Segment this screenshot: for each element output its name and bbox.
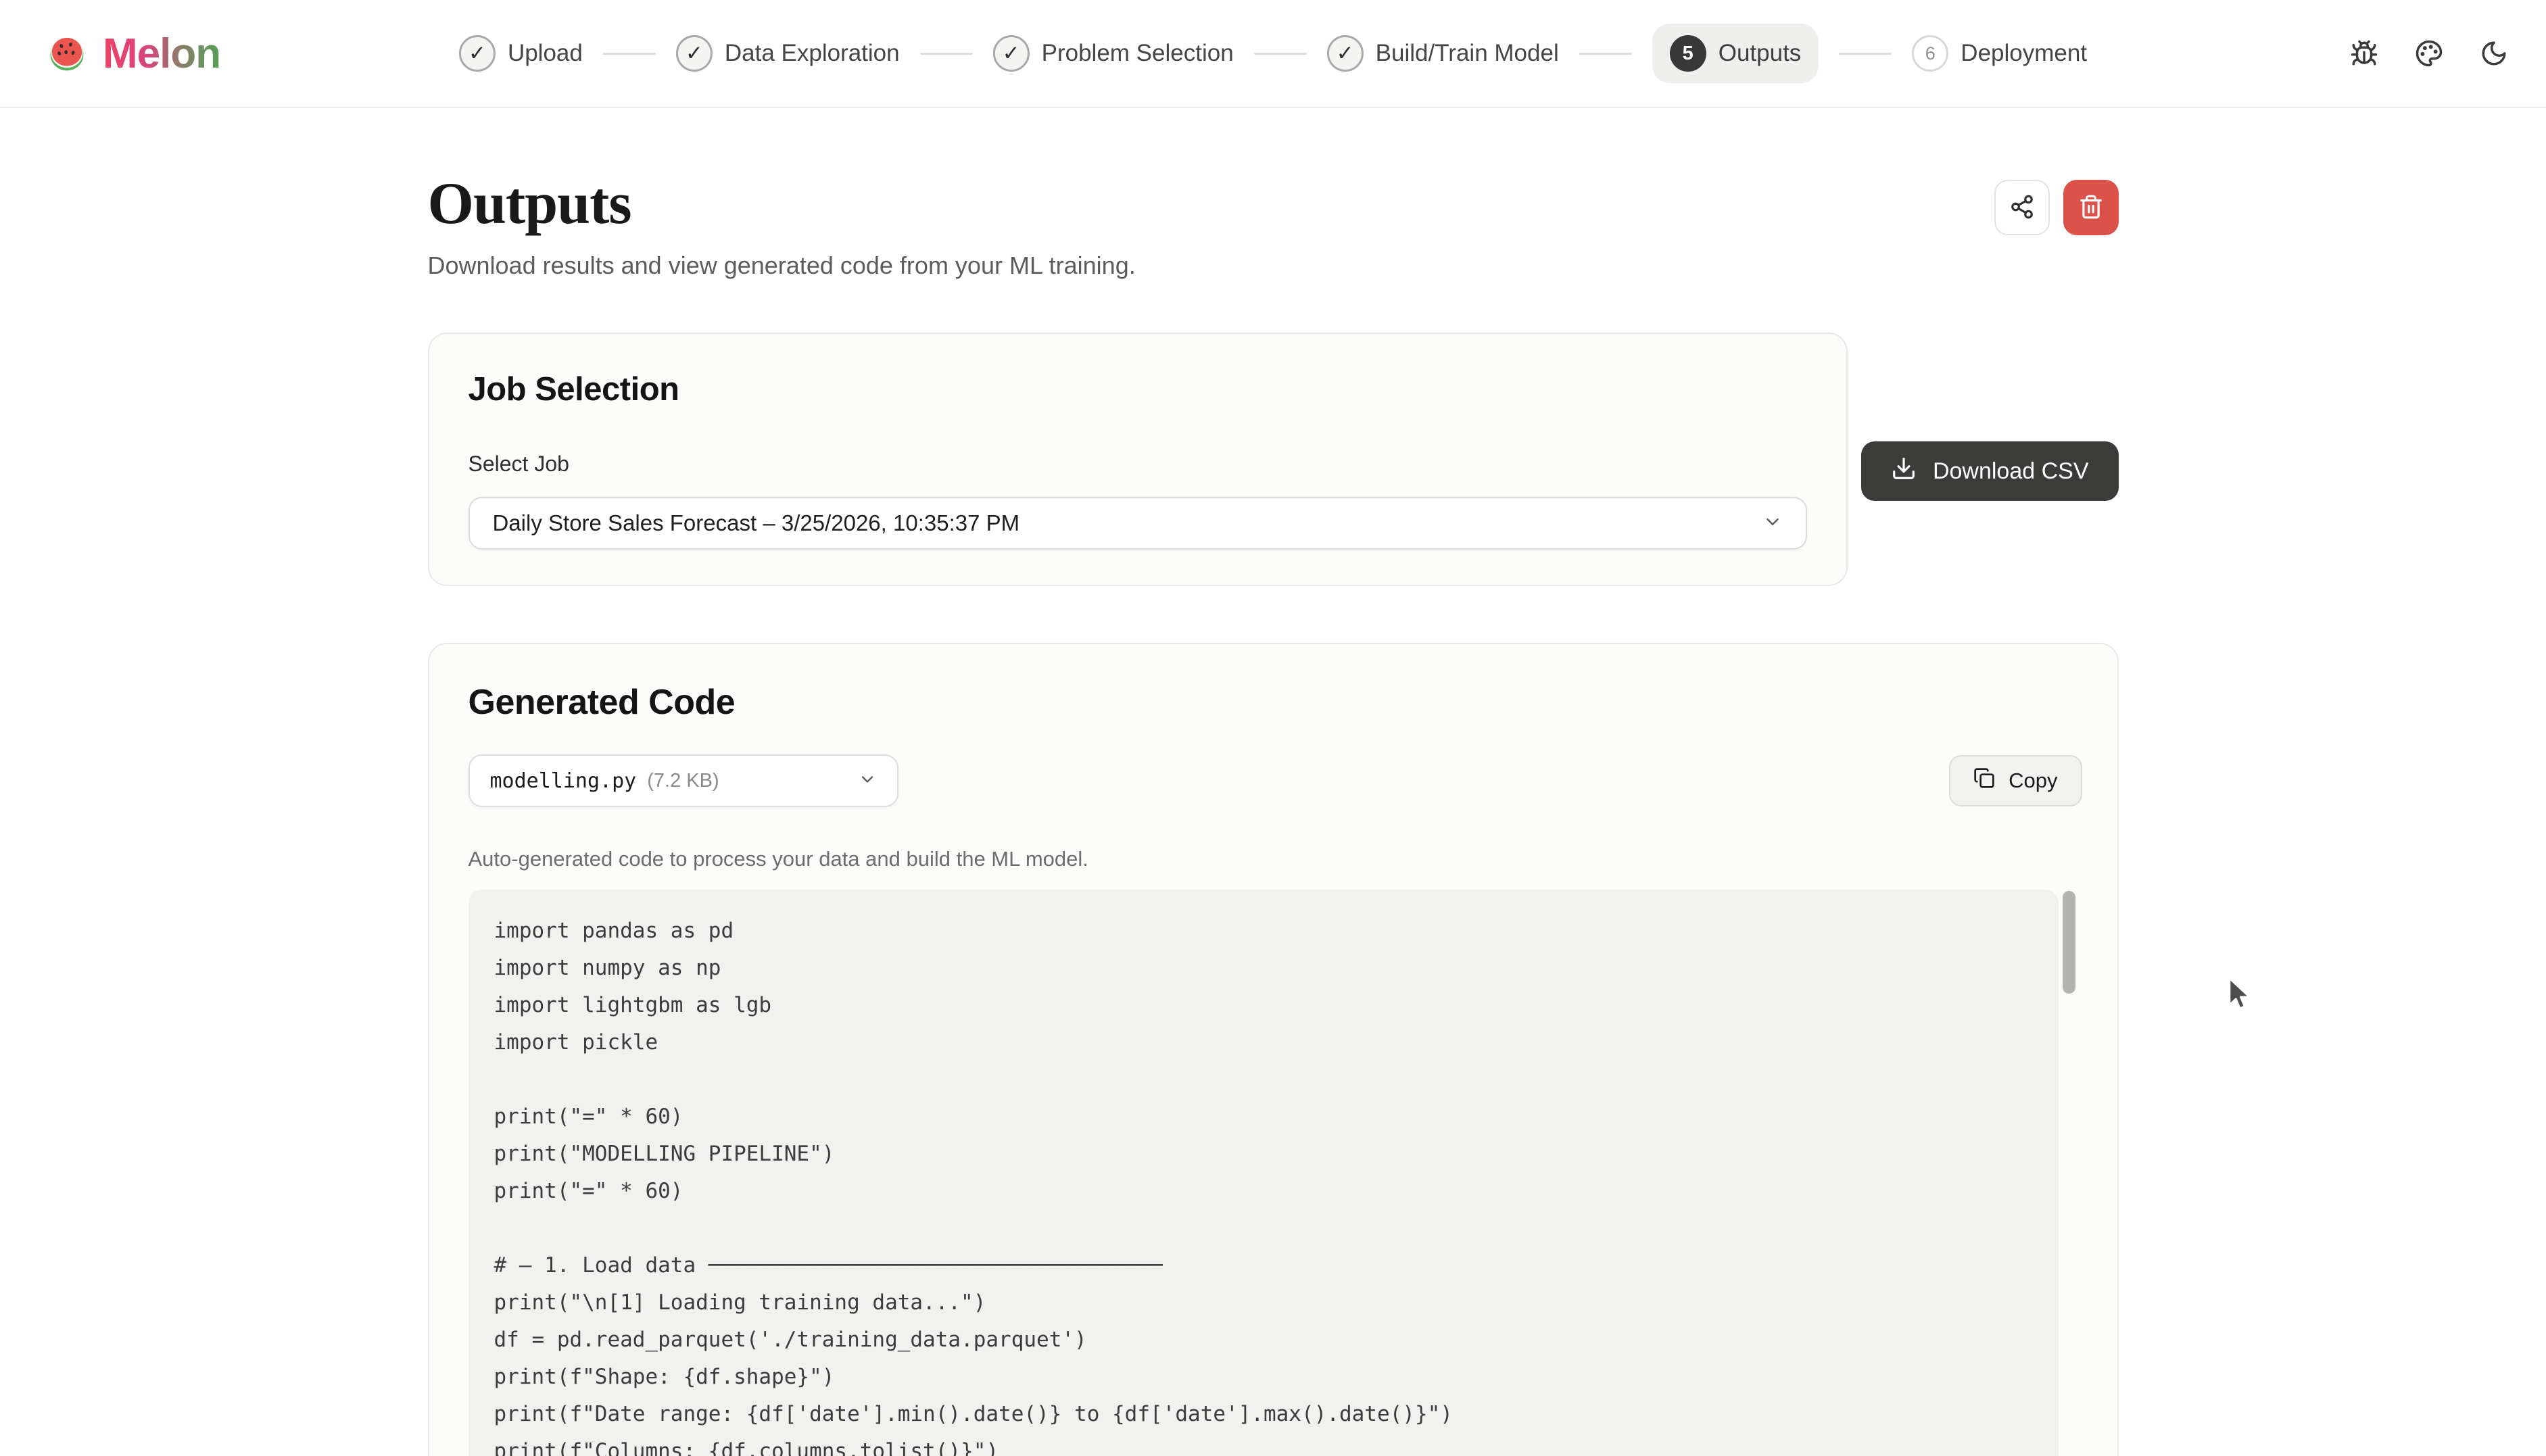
share-button[interactable]	[1994, 180, 2050, 235]
step-label: Build/Train Model	[1376, 40, 1559, 67]
job-selection-card: Job Selection Select Job Daily Store Sal…	[428, 333, 1848, 586]
job-select[interactable]: Daily Store Sales Forecast – 3/25/2026, …	[469, 497, 1807, 550]
bug-icon	[2350, 39, 2378, 68]
page-actions	[1994, 180, 2119, 235]
code-block: import pandas as pd import numpy as np i…	[469, 890, 2084, 1456]
code-description: Auto-generated code to process your data…	[469, 847, 2082, 871]
top-nav: Melon ✓ Upload ✓ Data Exploration ✓ Prob…	[0, 0, 2546, 108]
step-label: Upload	[508, 40, 583, 67]
page-title: Outputs	[428, 174, 1136, 234]
copy-icon	[1973, 767, 1995, 794]
brand[interactable]: Melon	[47, 30, 220, 78]
step-connector	[1839, 53, 1892, 55]
download-icon	[1891, 456, 1917, 487]
generated-code-card: Generated Code modelling.py (7.2 KB) Cop…	[428, 643, 2119, 1456]
nav-actions	[2350, 39, 2508, 68]
code-controls: modelling.py (7.2 KB) Copy	[469, 754, 2082, 807]
file-size: (7.2 KB)	[647, 770, 719, 792]
theme-palette-button[interactable]	[2415, 39, 2443, 68]
brand-name: Melon	[103, 30, 220, 78]
copy-button[interactable]: Copy	[1949, 755, 2082, 806]
step-connector	[1579, 53, 1632, 55]
step-number: 5	[1670, 35, 1706, 72]
step-deployment[interactable]: 6 Deployment	[1912, 35, 2087, 72]
watermelon-logo-icon	[47, 34, 87, 73]
step-connector	[603, 53, 656, 55]
job-select-value: Daily Store Sales Forecast – 3/25/2026, …	[493, 510, 1020, 536]
download-csv-label: Download CSV	[1933, 458, 2089, 485]
step-connector	[920, 53, 973, 55]
copy-label: Copy	[2009, 769, 2057, 793]
page-header: Outputs Download results and view genera…	[428, 174, 2119, 280]
job-selection-section: Job Selection Select Job Daily Store Sal…	[428, 333, 2119, 586]
step-label: Data Exploration	[725, 40, 900, 67]
step-problem-selection[interactable]: ✓ Problem Selection	[993, 35, 1234, 72]
job-selection-title: Job Selection	[469, 370, 1807, 408]
share-icon	[2009, 194, 2035, 222]
code-content[interactable]: import pandas as pd import numpy as np i…	[469, 890, 2059, 1456]
check-icon: ✓	[676, 35, 713, 72]
select-job-label: Select Job	[469, 452, 1807, 477]
step-connector	[1254, 53, 1307, 55]
chevron-down-icon	[1762, 512, 1783, 535]
check-icon: ✓	[993, 35, 1030, 72]
outputs-page: Outputs Download results and view genera…	[428, 108, 2119, 1456]
step-data-exploration[interactable]: ✓ Data Exploration	[676, 35, 900, 72]
dark-mode-button[interactable]	[2480, 39, 2508, 68]
trash-icon	[2078, 194, 2104, 222]
step-label: Outputs	[1719, 40, 1802, 67]
generated-code-title: Generated Code	[469, 682, 2082, 723]
step-build-train-model[interactable]: ✓ Build/Train Model	[1327, 35, 1559, 72]
step-upload[interactable]: ✓ Upload	[459, 35, 583, 72]
mouse-cursor	[2224, 977, 2257, 1009]
palette-icon	[2415, 39, 2443, 68]
step-label: Deployment	[1961, 40, 2087, 67]
chevron-down-icon	[858, 770, 877, 792]
step-number: 6	[1912, 35, 1948, 72]
code-scrollbar-thumb[interactable]	[2063, 891, 2075, 994]
file-select[interactable]: modelling.py (7.2 KB)	[469, 754, 898, 807]
moon-icon	[2480, 39, 2508, 68]
step-label: Problem Selection	[1042, 40, 1234, 67]
download-csv-button[interactable]: Download CSV	[1861, 441, 2119, 501]
delete-button[interactable]	[2063, 180, 2119, 235]
stepper: ✓ Upload ✓ Data Exploration ✓ Problem Se…	[459, 24, 2087, 83]
check-icon: ✓	[459, 35, 496, 72]
step-outputs[interactable]: 5 Outputs	[1652, 24, 1819, 83]
bug-report-button[interactable]	[2350, 39, 2378, 68]
file-name: modelling.py	[490, 769, 637, 793]
page-subtitle: Download results and view generated code…	[428, 251, 1136, 280]
check-icon: ✓	[1327, 35, 1364, 72]
